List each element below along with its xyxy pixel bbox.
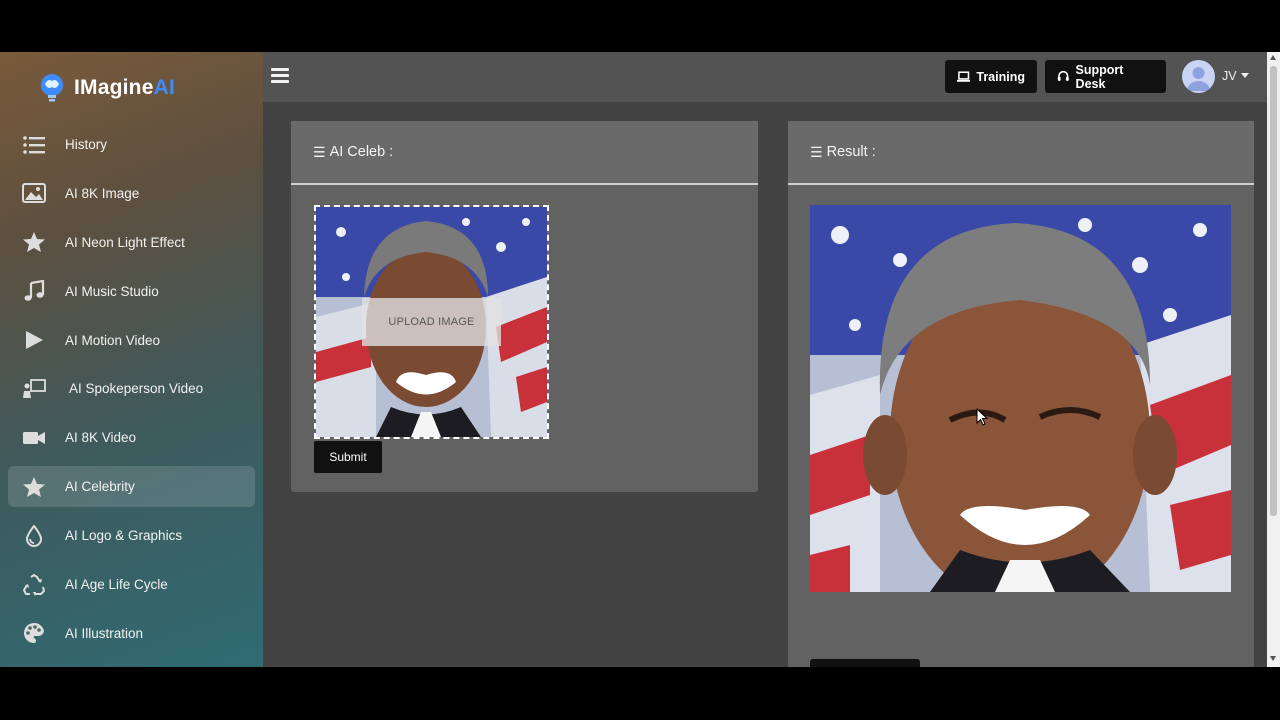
scroll-thumb[interactable]: [1270, 66, 1277, 516]
app-viewport: IMagineAI History AI 8K Image AI Neon Li…: [0, 52, 1280, 667]
sidebar-item-8k-video[interactable]: AI 8K Video: [8, 417, 255, 458]
sidebar-item-motion-video[interactable]: AI Motion Video: [8, 320, 255, 361]
sidebar-item-label: AI Logo & Graphics: [65, 528, 183, 544]
recycle-icon: [20, 573, 48, 597]
sidebar-item-label: AI 8K Image: [65, 185, 140, 201]
sidebar-item-label: AI Age Life Cycle: [65, 577, 168, 593]
palette-icon: [20, 621, 48, 645]
star-icon: [20, 475, 48, 499]
sidebar-item-spokeperson-video[interactable]: AI Spokeperson Video: [8, 368, 255, 409]
ai-celeb-card: ☰ AI Celeb : UPLOAD IMAGE Submit: [291, 121, 758, 492]
sidebar-item-age-life-cycle[interactable]: AI Age Life Cycle: [8, 564, 255, 605]
sidebar-item-label: AI Spokeperson Video: [69, 381, 204, 397]
sidebar-item-label: AI Illustration: [65, 625, 144, 641]
sidebar-item-celebrity[interactable]: AI Celebrity: [8, 466, 255, 508]
image-icon: [20, 181, 48, 205]
sidebar-item-label: AI Neon Light Effect: [65, 234, 185, 250]
sidebar-item-label: AI 8K Video: [65, 430, 137, 446]
list-icon: [20, 133, 48, 157]
sidebar-item-label: AI Celebrity: [65, 479, 135, 495]
training-label: Training: [976, 69, 1025, 84]
star-icon: [20, 230, 48, 254]
scroll-down-icon[interactable]: [1270, 656, 1276, 661]
sidebar-item-history[interactable]: History: [8, 124, 255, 165]
support-desk-label: Support Desk: [1075, 62, 1124, 91]
sidebar-nav: History AI 8K Image AI Neon Light Effect…: [8, 124, 255, 662]
result-portrait-image: [810, 205, 1231, 592]
upload-image-button[interactable]: UPLOAD IMAGE: [362, 298, 501, 346]
card-title: AI Celeb :: [329, 144, 394, 160]
user-icon: [1187, 67, 1210, 91]
image-dropzone[interactable]: UPLOAD IMAGE: [314, 205, 549, 439]
card-title: Result :: [826, 144, 876, 160]
droplet-icon: [20, 524, 48, 548]
top-bar: Training Support Desk JV: [263, 52, 1267, 102]
user-initials[interactable]: JV: [1222, 69, 1237, 83]
avatar[interactable]: [1182, 60, 1215, 93]
result-card: ☰ Result :: [788, 121, 1254, 667]
brand-name: IMagineAI: [74, 76, 175, 99]
caret-down-icon[interactable]: [1241, 73, 1249, 78]
sidebar-item-label: AI Motion Video: [65, 332, 161, 348]
training-button[interactable]: Training: [945, 60, 1037, 93]
sidebar-item-label: AI Music Studio: [65, 283, 159, 299]
page-scrollbar[interactable]: [1267, 52, 1280, 667]
download-button[interactable]: [810, 659, 920, 667]
result-image: [810, 205, 1231, 592]
video-camera-icon: [20, 426, 48, 450]
play-icon: [20, 328, 48, 352]
card-header: ☰ Result :: [788, 121, 1254, 185]
list-icon: ☰: [810, 143, 823, 160]
sidebar: IMagineAI History AI 8K Image AI Neon Li…: [0, 52, 263, 667]
brand-logo[interactable]: IMagineAI: [36, 72, 175, 104]
sidebar-item-music-studio[interactable]: AI Music Studio: [8, 271, 255, 312]
sidebar-item-neon-light[interactable]: AI Neon Light Effect: [8, 222, 255, 263]
sidebar-item-8k-image[interactable]: AI 8K Image: [8, 173, 255, 214]
sidebar-item-logo-graphics[interactable]: AI Logo & Graphics: [8, 515, 255, 556]
card-header: ☰ AI Celeb :: [291, 121, 758, 185]
sidebar-item-illustration[interactable]: AI Illustration: [8, 613, 255, 654]
hamburger-menu-icon[interactable]: [271, 68, 289, 84]
mouse-cursor-icon: [976, 408, 989, 426]
laptop-icon: [957, 70, 971, 82]
brain-bulb-icon: [41, 74, 63, 102]
support-desk-button[interactable]: Support Desk: [1045, 60, 1166, 93]
sidebar-item-label: History: [65, 137, 108, 152]
presenter-icon: [20, 377, 48, 401]
list-icon: ☰: [313, 143, 326, 160]
music-note-icon: [20, 279, 48, 303]
submit-button[interactable]: Submit: [314, 441, 382, 473]
headset-icon: [1057, 70, 1069, 81]
scroll-up-icon[interactable]: [1270, 55, 1276, 60]
